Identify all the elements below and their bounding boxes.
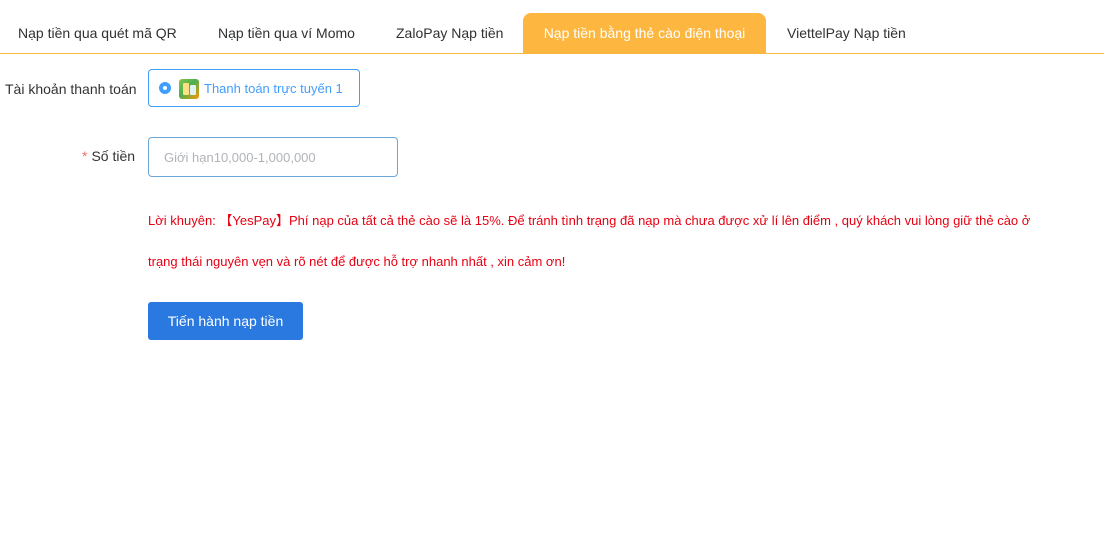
notice-line-1: Lời khuyên: 【YesPay】Phí nạp của tất cả t… — [148, 213, 1031, 228]
amount-label-row: * Số tiền — [82, 148, 135, 164]
tab-phone-card-deposit[interactable]: Nạp tiền bằng thẻ cào điện thoại — [523, 13, 766, 53]
required-mark: * — [82, 148, 88, 164]
tab-momo-deposit[interactable]: Nạp tiền qua ví Momo — [218, 13, 355, 53]
tab-viettelpay-deposit[interactable]: ViettelPay Nạp tiền — [787, 13, 906, 53]
notice-line-2: trạng thái nguyên vẹn và rõ nét để được … — [148, 254, 566, 269]
tab-zalopay-deposit[interactable]: ZaloPay Nạp tiền — [396, 13, 503, 53]
online-payment-icon — [179, 79, 199, 99]
amount-input[interactable] — [148, 137, 398, 177]
submit-deposit-button[interactable]: Tiến hành nạp tiền — [148, 302, 303, 340]
tab-bar: Nạp tiền qua quét mã QR Nạp tiền qua ví … — [0, 13, 1104, 54]
notice-text: Lời khuyên: 【YesPay】Phí nạp của tất cả t… — [148, 200, 1104, 282]
payment-account-option-label: Thanh toán trực tuyến 1 — [204, 81, 343, 96]
account-label: Tài khoản thanh toán — [5, 81, 137, 97]
radio-checked-icon[interactable] — [159, 82, 171, 94]
amount-label: Số tiền — [91, 148, 136, 164]
tab-qr-deposit[interactable]: Nạp tiền qua quét mã QR — [18, 13, 177, 53]
payment-account-option[interactable]: Thanh toán trực tuyến 1 — [148, 69, 360, 107]
